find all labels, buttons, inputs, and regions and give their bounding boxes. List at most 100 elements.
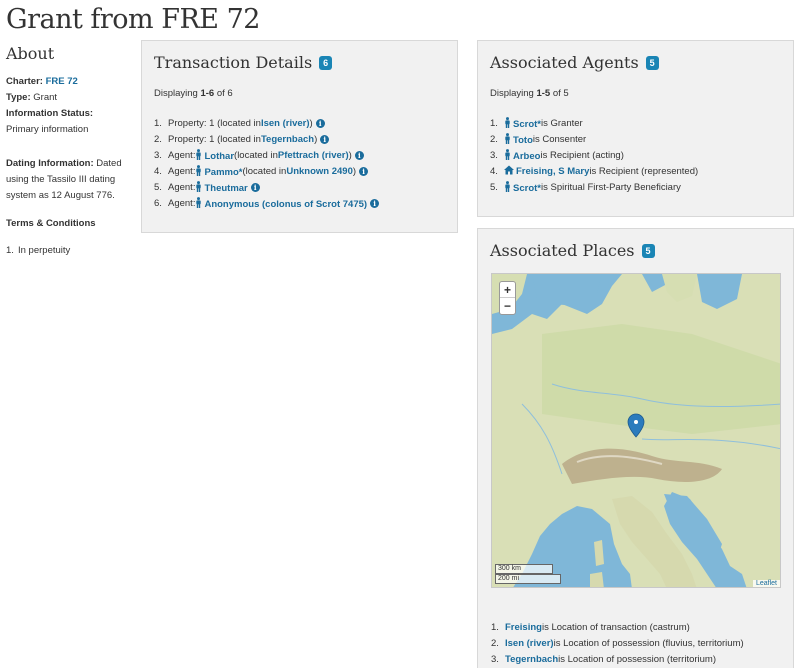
agents-display-count: Displaying 1-5 of 5 — [490, 88, 781, 99]
agent-link[interactable]: Scrot* — [504, 116, 541, 130]
agent-link[interactable]: Anonymous (colonus of Scrot 7475) — [195, 196, 367, 210]
terms-list: 1. In perpetuity — [6, 245, 128, 256]
agent-link[interactable]: Toto — [504, 132, 533, 146]
item-text: Agent: — [168, 149, 196, 161]
charter-row: Charter: FRE 72 — [6, 74, 128, 90]
terms-heading: Terms & Conditions — [6, 216, 128, 232]
person-icon — [504, 148, 511, 160]
item-text: Property: 1 (located in — [168, 117, 261, 129]
agents-heading: Associated Agents 5 — [490, 53, 781, 72]
zoom-out-button[interactable]: − — [500, 298, 515, 314]
place-role: is Location of possession (territorium) — [558, 653, 717, 665]
place-link[interactable]: Pfettrach (river) — [278, 150, 349, 161]
type-value: Grant — [33, 92, 58, 103]
person-icon — [195, 164, 202, 176]
place-role: is Location of possession (fluvius, terr… — [553, 637, 744, 649]
info-status-row: Information Status: Primary information — [6, 106, 128, 138]
info-icon[interactable]: i — [359, 166, 369, 176]
display-range: 1-5 — [536, 88, 551, 99]
dating-row: Dating Information: Dated using the Tass… — [6, 156, 128, 204]
item-text: ) — [352, 165, 357, 177]
item-text: ) — [348, 149, 352, 161]
transaction-item: 2. Property: 1 (located in Tegernbach) i — [154, 131, 445, 147]
place-role: is Location of transaction (castrum) — [541, 621, 690, 633]
places-heading: Associated Places 5 — [490, 241, 781, 260]
agent-role: is Spiritual First-Party Beneficiary — [540, 181, 681, 193]
agents-count-badge: 5 — [645, 55, 659, 70]
item-number: 2. — [154, 133, 162, 145]
info-icon[interactable]: i — [250, 182, 260, 192]
agents-list: 1. Scrot* is Granter 2. Toto is Consenter 3.… — [490, 115, 781, 195]
place-link[interactable]: Freising — [505, 622, 542, 633]
item-number: 4. — [490, 165, 498, 177]
type-label: Type: — [6, 92, 31, 103]
item-text: Property: 1 (located in — [168, 133, 261, 145]
charter-label: Charter: — [6, 76, 43, 87]
item-text: Agent: — [168, 181, 196, 193]
map-attribution-link[interactable]: Leaflet — [752, 580, 780, 587]
item-number: 3. — [490, 149, 498, 161]
agent-role: is Recipient (acting) — [540, 149, 624, 161]
terms-label: Terms & Conditions — [6, 218, 96, 229]
place-link[interactable]: Tegernbach — [261, 134, 314, 145]
place-item: 3. Tegernbach is Location of possession (… — [491, 651, 744, 667]
agent-item: 3. Arbeo is Recipient (acting) — [490, 147, 781, 163]
item-number: 5. — [154, 181, 162, 193]
transaction-details-panel: Transaction Details 6 Displaying 1-6 of 6… — [141, 40, 458, 233]
person-icon — [504, 180, 511, 192]
agent-role: is Granter — [540, 117, 583, 129]
display-prefix: Displaying — [490, 88, 537, 99]
person-icon — [504, 116, 511, 128]
places-heading-text: Associated Places — [490, 241, 635, 260]
display-range: 1-6 — [200, 88, 215, 99]
scale-mi: 200 mi — [495, 574, 561, 584]
item-text: (located in — [234, 149, 278, 161]
display-suffix: of 5 — [550, 88, 569, 99]
person-icon — [195, 196, 202, 208]
item-text: Agent: — [168, 197, 196, 209]
place-link[interactable]: Tegernbach — [505, 654, 558, 665]
associated-places-panel: Associated Places 5 + − 300 km 200 mi Le… — [477, 228, 794, 668]
charter-link[interactable]: FRE 72 — [46, 76, 78, 87]
info-icon[interactable]: i — [315, 118, 325, 128]
info-status-label: Information Status: — [6, 108, 94, 119]
transaction-item: 3. Agent: Lothar (located in Pfettrach (r… — [154, 147, 445, 163]
page-title: Grant from FRE 72 — [6, 4, 260, 35]
about-heading: About — [6, 44, 55, 63]
item-number: 1. — [154, 117, 162, 129]
item-number: 2. — [491, 637, 499, 649]
transaction-list: 1. Property: 1 (located in Isen (river)) i… — [154, 115, 445, 211]
places-list: 1. Freising is Location of transaction (c… — [491, 619, 744, 668]
item-text: ) — [309, 117, 313, 129]
item-number: 1. — [491, 621, 499, 633]
transaction-heading: Transaction Details 6 — [154, 53, 445, 72]
zoom-in-button[interactable]: + — [500, 282, 515, 298]
agent-link[interactable]: Scrot* — [504, 180, 541, 194]
item-text: Agent: — [168, 165, 196, 177]
agent-link[interactable]: Arbeo — [504, 148, 540, 162]
display-suffix: of 6 — [214, 88, 233, 99]
person-icon — [195, 180, 202, 192]
agent-link[interactable]: Theutmar — [195, 180, 248, 194]
agent-link[interactable]: Pammo* — [195, 164, 242, 178]
associated-agents-panel: Associated Agents 5 Displaying 1-5 of 5 1… — [477, 40, 794, 217]
place-link[interactable]: Isen (river) — [261, 118, 310, 129]
info-icon[interactable]: i — [354, 150, 364, 160]
place-link[interactable]: Isen (river) — [505, 638, 554, 649]
type-row: Type: Grant — [6, 90, 128, 106]
info-icon[interactable]: i — [320, 134, 330, 144]
agent-link[interactable]: Lothar — [195, 148, 234, 162]
scale-km: 300 km — [495, 564, 553, 574]
places-map[interactable]: + − 300 km 200 mi Leaflet — [491, 273, 781, 588]
place-item: 1. Freising is Location of transaction (c… — [491, 619, 744, 635]
person-icon — [504, 132, 511, 144]
agent-role: is Recipient (represented) — [589, 165, 699, 177]
agent-link[interactable]: Freising, S Mary — [504, 165, 589, 177]
transaction-heading-text: Transaction Details — [154, 53, 313, 72]
item-text: ) — [314, 133, 318, 145]
place-link[interactable]: Unknown 2490 — [286, 166, 353, 177]
terms-item-text: In perpetuity — [18, 245, 71, 256]
info-icon[interactable]: i — [370, 198, 380, 208]
transaction-item: 4. Agent: Pammo* (located in Unknown 2490… — [154, 163, 445, 179]
zoom-control: + − — [499, 281, 516, 315]
